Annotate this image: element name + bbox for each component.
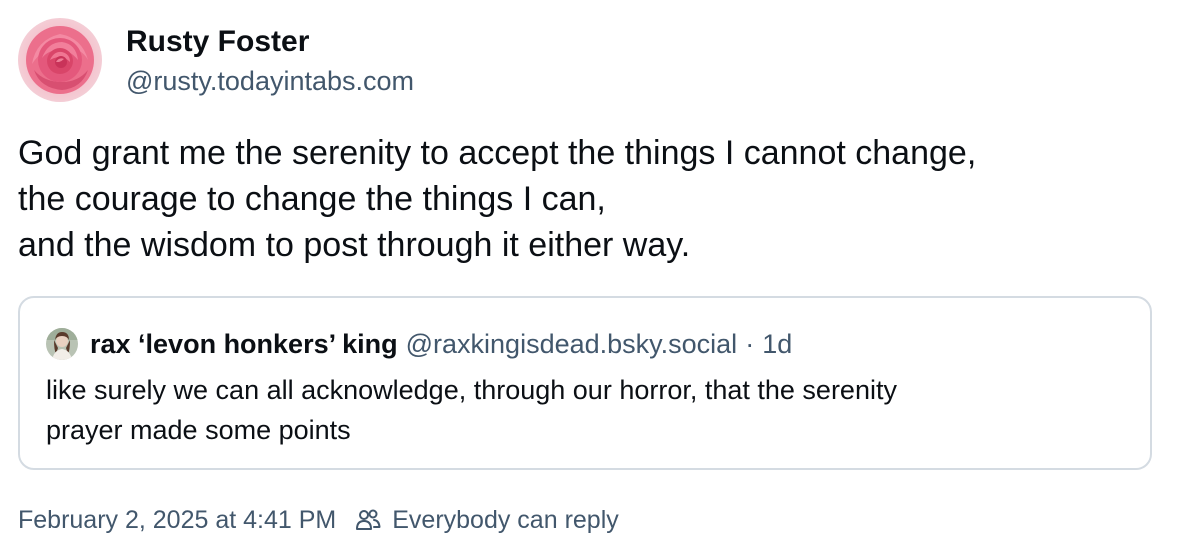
- quoted-author-handle[interactable]: @raxkingisdead.bsky.social: [406, 328, 738, 360]
- author-display-name[interactable]: Rusty Foster: [126, 24, 414, 60]
- reply-setting-label: Everybody can reply: [392, 506, 619, 534]
- post-meta: February 2, 2025 at 4:41 PM Everybody ca…: [18, 504, 619, 536]
- post: Rusty Foster @rusty.todayintabs.com God …: [0, 0, 1180, 556]
- quoted-post[interactable]: rax ‘levon honkers’ king @raxkingisdead.…: [18, 296, 1152, 470]
- quoted-author-avatar[interactable]: [46, 328, 78, 360]
- quoted-post-header: rax ‘levon honkers’ king @raxkingisdead.…: [46, 328, 792, 360]
- reply-setting[interactable]: Everybody can reply: [354, 504, 619, 536]
- quoted-post-separator: ·: [745, 329, 755, 359]
- post-text: God grant me the serenity to accept the …: [18, 130, 1158, 268]
- post-text-line: the courage to change the things I can,: [18, 180, 606, 218]
- author-avatar[interactable]: [18, 18, 102, 102]
- people-icon: [354, 506, 382, 534]
- post-text-line: God grant me the serenity to accept the …: [18, 134, 977, 172]
- quoted-post-text-line: prayer made some points: [46, 415, 351, 445]
- author-names: Rusty Foster @rusty.todayintabs.com: [126, 18, 414, 98]
- quoted-author-name[interactable]: rax ‘levon honkers’ king: [90, 328, 398, 360]
- quoted-post-text-line: like surely we can all acknowledge, thro…: [46, 375, 897, 405]
- quoted-post-text: like surely we can all acknowledge, thro…: [46, 370, 1106, 450]
- post-timestamp[interactable]: February 2, 2025 at 4:41 PM: [18, 504, 336, 536]
- post-author: Rusty Foster @rusty.todayintabs.com: [18, 18, 414, 102]
- rose-avatar-icon: [18, 18, 102, 102]
- user-photo-avatar-icon: [46, 328, 78, 360]
- quoted-post-time[interactable]: 1d: [762, 328, 792, 360]
- author-handle[interactable]: @rusty.todayintabs.com: [126, 64, 414, 98]
- post-text-line: and the wisdom to post through it either…: [18, 226, 691, 264]
